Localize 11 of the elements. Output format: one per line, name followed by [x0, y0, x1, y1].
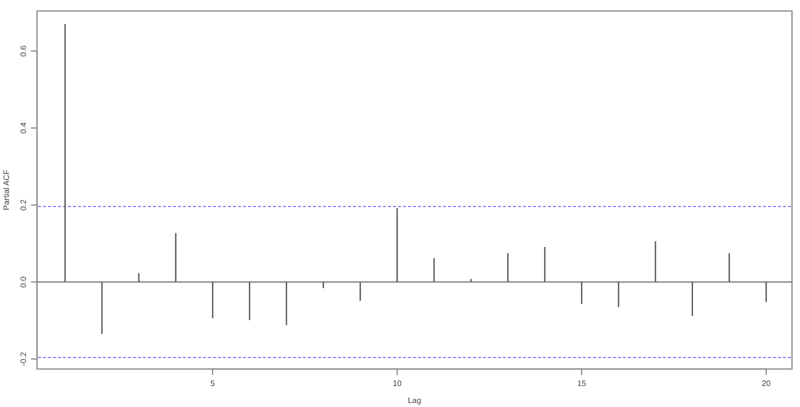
x-axis-title: Lag [408, 396, 422, 405]
x-tick-label: 20 [762, 379, 771, 388]
y-tick-label: 0.2 [19, 199, 28, 211]
y-tick-label: 0.6 [19, 45, 28, 57]
y-tick-label: 0.4 [19, 122, 28, 134]
x-tick-label: 10 [392, 379, 402, 388]
y-tick-label: -0.2 [19, 352, 28, 366]
y-tick-label: 0.0 [19, 276, 28, 288]
y-axis-title: Partial ACF [2, 170, 11, 210]
x-tick-label: 5 [210, 379, 215, 388]
x-tick-label: 15 [577, 379, 586, 388]
